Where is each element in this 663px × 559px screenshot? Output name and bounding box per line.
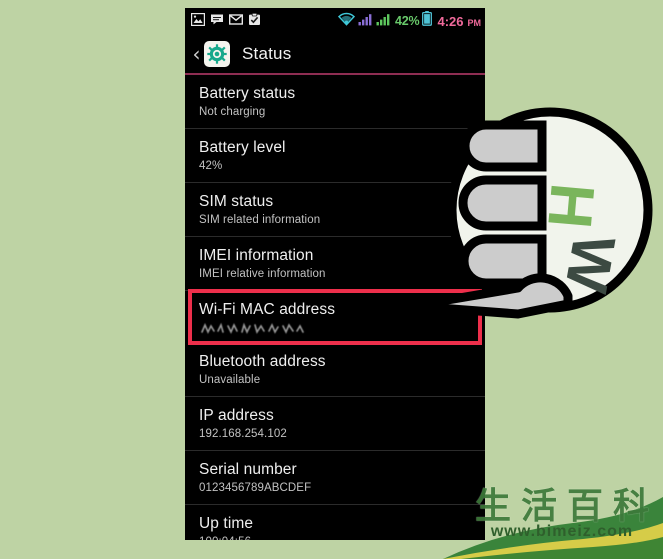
clock-time-label: 4:26 xyxy=(437,13,464,29)
gear-icon xyxy=(204,41,230,67)
list-item[interactable]: Serial number 0123456789ABCDEF xyxy=(185,451,485,505)
list-item-subtitle: IMEI relative information xyxy=(199,268,326,280)
list-item-title: Bluetooth address xyxy=(199,353,326,370)
screenshot-canvas: 42% 4:26 PM ‹ Status Battery status Not … xyxy=(0,0,663,559)
list-item[interactable]: Wi-Fi MAC address xyxy=(185,291,485,343)
list-item[interactable]: SIM status SIM related information xyxy=(185,183,485,237)
list-item-subtitle: Unavailable xyxy=(199,374,261,386)
hand-letter-w: W xyxy=(552,230,628,298)
list-item-subtitle: 42% xyxy=(199,160,223,172)
list-item[interactable]: Battery level 42% xyxy=(185,129,485,183)
list-item[interactable]: Up time 100:04:56 xyxy=(185,505,485,540)
list-item-subtitle: Not charging xyxy=(199,106,266,118)
list-item-subtitle: 192.168.254.102 xyxy=(199,428,287,440)
obscured-mac-address-value xyxy=(199,322,307,335)
action-bar: ‹ Status xyxy=(185,35,485,75)
list-item[interactable]: IMEI information IMEI relative informatio… xyxy=(185,237,485,291)
list-item-title: Up time xyxy=(199,515,254,532)
phone-screen: 42% 4:26 PM ‹ Status Battery status Not … xyxy=(185,8,485,540)
watermark-url: www.bimeiz.com xyxy=(490,523,634,540)
list-item-title: Wi-Fi MAC address xyxy=(199,301,336,318)
list-item-title: Battery status xyxy=(199,85,296,102)
watermark-chinese-text: 生活百科 xyxy=(474,486,659,527)
list-item-title: IMEI information xyxy=(199,247,314,264)
clock-ampm-label: PM xyxy=(467,17,482,28)
wifi-icon xyxy=(338,12,356,31)
clipboard-check-icon xyxy=(248,13,261,31)
back-button[interactable]: ‹ xyxy=(190,44,203,64)
status-bar-right-icons: 42% 4:26 PM xyxy=(338,11,481,31)
battery-icon xyxy=(422,11,433,31)
watermark: 生活百科 www.bimeiz.com xyxy=(475,487,659,541)
signal-bars-icon xyxy=(376,12,391,31)
list-item[interactable]: IP address 192.168.254.102 xyxy=(185,397,485,451)
list-item-subtitle: SIM related information xyxy=(199,214,321,226)
hand-letter-h: H xyxy=(534,180,607,231)
list-item[interactable]: Bluetooth address Unavailable xyxy=(185,343,485,397)
gallery-icon xyxy=(190,12,206,31)
list-item-subtitle: 100:04:56 xyxy=(199,535,485,540)
list-item-title: Serial number xyxy=(199,461,297,478)
page-title: Status xyxy=(242,44,292,63)
list-item-title: IP address xyxy=(199,407,274,424)
list-item-title: SIM status xyxy=(199,193,274,210)
status-bar: 42% 4:26 PM xyxy=(185,8,485,35)
mail-icon xyxy=(228,13,244,31)
list-item-subtitle: 0123456789ABCDEF xyxy=(199,482,312,494)
settings-list: Battery status Not charging Battery level 4… xyxy=(185,75,485,540)
battery-percent-label: 42% xyxy=(395,13,420,28)
list-item[interactable]: Battery status Not charging xyxy=(185,75,485,129)
signal-bars-icon xyxy=(358,12,373,31)
chat-icon xyxy=(210,13,224,31)
status-bar-left-icons xyxy=(190,12,261,31)
list-item-title: Battery level xyxy=(199,139,286,156)
